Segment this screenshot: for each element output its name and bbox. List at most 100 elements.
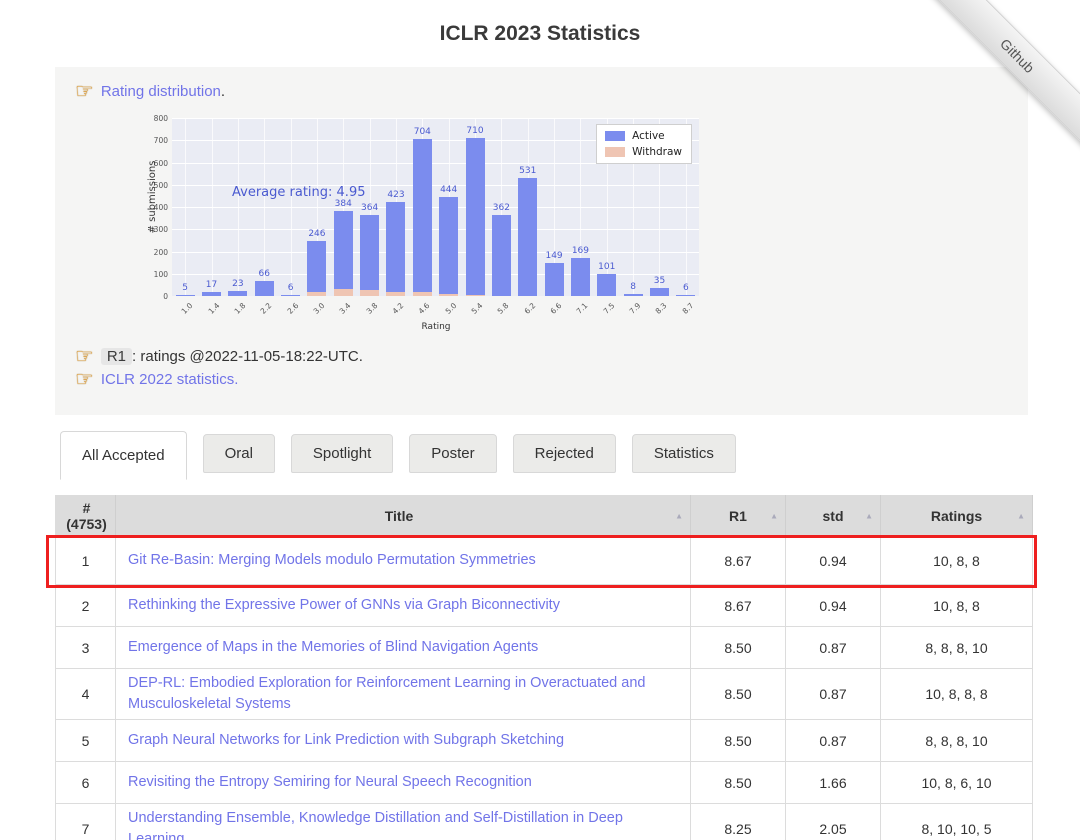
column-header-title[interactable]: Title ▲ — [116, 495, 691, 537]
bar-value-label: 5 — [182, 282, 189, 293]
bar-value-label: 531 — [519, 165, 537, 176]
column-header-label: Ratings — [930, 507, 983, 524]
sort-arrow-icon[interactable]: ▲ — [1017, 511, 1025, 520]
bar-value-label: 384 — [334, 198, 352, 209]
sort-arrow-icon[interactable]: ▲ — [770, 511, 778, 520]
x-tick-label: 6.2 — [522, 301, 538, 316]
bar-withdraw-segment — [307, 291, 327, 296]
sort-arrow-icon[interactable]: ▲ — [675, 511, 683, 520]
paper-title-link[interactable]: Rethinking the Expressive Power of GNNs … — [128, 595, 560, 616]
y-tick-label: 700 — [153, 136, 168, 146]
paper-title-link[interactable]: Revisiting the Entropy Semiring for Neur… — [128, 772, 532, 793]
bar-active-segment — [254, 281, 274, 296]
iclr2022-line: ☞ ICLR 2022 statistics. — [55, 368, 1028, 391]
bar-value-label: 6 — [287, 282, 294, 293]
y-tick-label: 800 — [153, 114, 168, 123]
row-number: 2 — [56, 585, 116, 627]
tab-poster[interactable]: Poster — [409, 434, 497, 473]
bar-active-segment — [544, 262, 564, 296]
column-header--4753-: # (4753) — [56, 495, 116, 537]
rating-distribution-line: ☞ Rating distribution. — [55, 67, 1028, 102]
bar-withdraw-segment — [360, 290, 380, 296]
iclr-2022-statistics-link[interactable]: ICLR 2022 statistics. — [101, 371, 239, 388]
tab-oral[interactable]: Oral — [202, 434, 275, 473]
y-tick-label: 200 — [153, 247, 168, 257]
x-tick-label: 2.6 — [285, 301, 300, 316]
x-tick-label: 4.2 — [390, 301, 406, 316]
row-title-cell: Graph Neural Networks for Link Predictio… — [116, 720, 691, 763]
paper-title-link[interactable]: DEP-RL: Embodied Exploration for Reinfor… — [128, 673, 670, 715]
row-title-cell: Revisiting the Entropy Semiring for Neur… — [116, 762, 691, 805]
bar-withdraw-segment — [412, 291, 432, 296]
table-row: 1 Git Re-Basin: Merging Models modulo Per… — [56, 537, 1033, 585]
rating-distribution-link[interactable]: Rating distribution — [101, 83, 221, 100]
column-header-ratings[interactable]: Ratings ▲ — [881, 495, 1033, 537]
row-title-cell: Emergence of Maps in the Memories of Bli… — [116, 627, 691, 669]
tab-rejected[interactable]: Rejected — [512, 434, 616, 473]
bar-value-label: 423 — [387, 189, 405, 200]
bar-active-segment — [307, 241, 327, 296]
bar-active-segment — [518, 177, 538, 296]
bar-active-segment — [439, 197, 459, 296]
x-tick-label: 1.8 — [232, 301, 248, 316]
row-r1: 8.67 — [691, 585, 786, 627]
row-number: 4 — [56, 669, 116, 721]
bar-value-label: 8 — [630, 282, 636, 293]
github-ribbon-link[interactable]: Github — [921, 0, 1080, 152]
row-title-cell: DEP-RL: Embodied Exploration for Reinfor… — [116, 669, 691, 721]
bar-active-segment — [175, 294, 195, 296]
x-tick-label: 1.4 — [206, 301, 221, 316]
row-r1: 8.50 — [691, 627, 786, 669]
bar-3.0 — [307, 241, 327, 296]
paper-title-link[interactable]: Graph Neural Networks for Link Predictio… — [128, 730, 564, 751]
bar-1.8 — [228, 290, 248, 296]
legend-label: Active — [632, 130, 665, 142]
row-number: 5 — [56, 720, 116, 763]
legend-entry-active: Active — [605, 130, 682, 142]
bar-5.0 — [439, 197, 459, 296]
average-rating-annotation: Average rating: 4.95 — [232, 184, 366, 200]
sort-arrow-icon[interactable]: ▲ — [865, 511, 873, 520]
tab-spotlight[interactable]: Spotlight — [290, 434, 394, 473]
r1-text: : ratings @2022-11-05-18:22-UTC. — [132, 348, 363, 365]
bar-value-label: 6 — [682, 282, 689, 293]
column-header-r1[interactable]: R1 ▲ — [691, 495, 786, 537]
bar-3.4 — [333, 210, 353, 296]
pointer-icon: ☞ — [75, 345, 94, 368]
rating-distribution-period: . — [220, 83, 226, 100]
row-number: 6 — [56, 762, 116, 805]
bar-7.9 — [623, 294, 643, 296]
paper-title-link[interactable]: Emergence of Maps in the Memories of Bli… — [128, 637, 538, 658]
bar-value-label: 362 — [492, 203, 510, 214]
x-tick-label: 6.6 — [548, 301, 564, 316]
tab-statistics[interactable]: Statistics — [631, 434, 736, 473]
column-header-std[interactable]: std ▲ — [786, 495, 881, 537]
table-row: 2 Rethinking the Expressive Power of GNNs… — [56, 585, 1033, 627]
column-header-label: std — [822, 507, 844, 524]
row-ratings: 10, 8, 8 — [881, 585, 1033, 627]
bar-5.4 — [465, 138, 485, 296]
bar-value-label: 23 — [232, 278, 244, 289]
x-tick-label: 7.9 — [627, 301, 643, 316]
bar-active-segment — [597, 273, 617, 296]
tab-all-accepted[interactable]: All Accepted — [60, 431, 187, 480]
bar-value-label: 17 — [205, 280, 218, 291]
x-tick-label: 4.6 — [416, 301, 432, 316]
paper-title-link[interactable]: Understanding Ensemble, Knowledge Distil… — [128, 808, 670, 840]
tab-bar: All Accepted Oral Spotlight Poster Rejected S… — [60, 431, 736, 480]
gridline — [172, 118, 699, 119]
row-ratings: 10, 8, 6, 10 — [881, 762, 1033, 805]
pointer-icon: ☞ — [75, 368, 94, 391]
r1-badge: R1 — [100, 348, 133, 365]
x-tick-label: 3.0 — [311, 301, 327, 316]
gridline — [211, 118, 213, 296]
bar-active-segment — [333, 210, 353, 296]
column-header-label: Title — [384, 507, 414, 524]
bar-withdraw-segment — [386, 292, 406, 296]
paper-title-link[interactable]: Git Re-Basin: Merging Models modulo Perm… — [128, 550, 536, 571]
legend-label: Withdraw — [632, 146, 682, 158]
row-r1: 8.50 — [691, 669, 786, 721]
y-tick-label: 0 — [163, 292, 168, 301]
bar-7.5 — [597, 273, 617, 296]
legend-swatch-icon — [605, 131, 626, 141]
